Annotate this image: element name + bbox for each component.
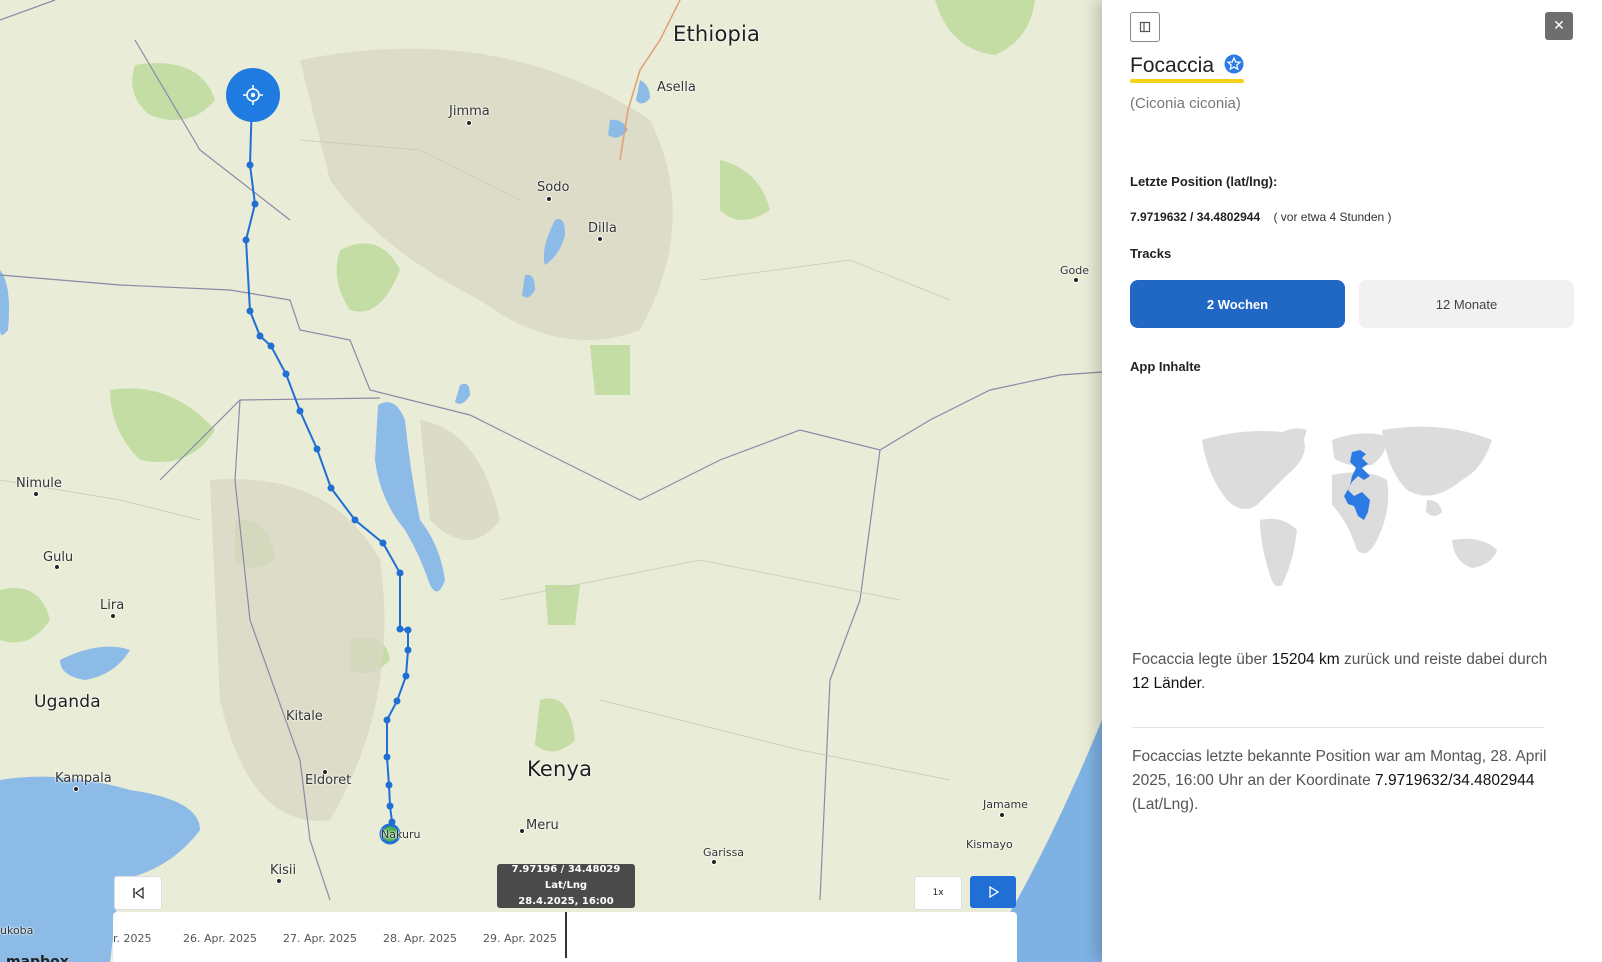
city-label: Garissa — [703, 846, 745, 859]
close-button[interactable]: ✕ — [1545, 12, 1573, 40]
play-icon — [989, 886, 999, 898]
track-point[interactable] — [351, 516, 359, 524]
city-label: Gulu — [43, 550, 74, 565]
tab-12-months[interactable]: 12 Monate — [1359, 280, 1574, 328]
city-label: Kisii — [270, 863, 297, 878]
map[interactable]: Ethiopia Uganda Kenya Jimma Asella Sodo … — [0, 0, 1102, 962]
mapbox-wordmark: mapbox — [6, 954, 69, 962]
city-label: Jamame — [983, 798, 1028, 811]
world-map — [1202, 426, 1497, 587]
city-label: Dilla — [588, 221, 617, 236]
track-point[interactable] — [246, 161, 254, 169]
city-label: Nakuru — [381, 828, 421, 841]
star-icon — [1224, 54, 1244, 80]
track-point[interactable] — [251, 200, 259, 208]
city-label: Sodo — [537, 180, 570, 195]
track-point[interactable] — [385, 781, 393, 789]
app-content-label: App Inhalte — [1130, 359, 1201, 374]
timeline-tick: 26. Apr. 2025 — [183, 932, 257, 945]
track-point[interactable] — [313, 445, 321, 453]
track-point[interactable] — [393, 697, 401, 705]
animal-name: Focaccia — [1130, 54, 1244, 83]
timeline-tick: 29. Apr. 2025 — [483, 932, 557, 945]
divider — [1132, 727, 1544, 728]
last-position-value: 7.9719632 / 34.4802944 — [1130, 210, 1261, 224]
summary-distance: Focaccia legte über 15204 km zurück und … — [1132, 651, 1548, 692]
speed-button[interactable]: 1x — [914, 876, 962, 910]
coordinate-value: 7.9719632/34.4802944 — [1375, 772, 1535, 789]
crosshair-icon — [243, 85, 263, 105]
track-point[interactable] — [242, 236, 250, 244]
track-point[interactable] — [383, 716, 391, 724]
tooltip-time: 28.4.2025, 16:00 — [518, 896, 614, 907]
track-point[interactable] — [402, 672, 410, 680]
speed-label: 1x — [932, 888, 944, 898]
last-position: 7.9719632 / 34.4802944 ( vor etwa 4 Stun… — [1130, 210, 1392, 224]
tab-2-weeks[interactable]: 2 Wochen — [1130, 280, 1345, 328]
track-point[interactable] — [396, 569, 404, 577]
tracks-label: Tracks — [1130, 246, 1172, 261]
timeline[interactable]: r. 2025 26. Apr. 2025 27. Apr. 2025 28. … — [113, 912, 1017, 962]
position-tooltip: 7.97196 / 34.48029 Lat/Lng 28.4.2025, 16… — [497, 864, 635, 908]
city-label: Kitale — [286, 709, 323, 724]
distance-value: 15204 km — [1271, 651, 1340, 668]
city-label: Eldoret — [305, 773, 352, 788]
tooltip-coords: 7.97196 / 34.48029 Lat/Lng — [511, 864, 621, 891]
track-point[interactable] — [282, 370, 290, 378]
last-position-relative: ( vor etwa 4 Stunden ) — [1273, 210, 1392, 224]
timeline-tick: 28. Apr. 2025 — [383, 932, 457, 945]
city-label: Meru — [526, 818, 559, 833]
track-point[interactable] — [327, 484, 335, 492]
country-label-ethiopia: Ethiopia — [673, 22, 761, 46]
city-label: Lira — [100, 598, 125, 613]
track-point[interactable] — [256, 332, 264, 340]
track-point[interactable] — [379, 539, 387, 547]
detail-panel: ✕ Focaccia (Ciconia ciconia) Letzte Posi… — [1102, 0, 1602, 962]
skip-back-button[interactable] — [114, 876, 162, 910]
track-point[interactable] — [296, 407, 304, 415]
summary-last-position: Focaccias letzte bekannte Position war a… — [1132, 748, 1547, 813]
city-label: Kampala — [55, 771, 112, 786]
timeline-tick: r. 2025 — [113, 932, 152, 945]
countries-value: 12 Länder — [1132, 675, 1201, 692]
species-name: (Ciconia ciconia) — [1130, 95, 1241, 112]
animal-name-text: Focaccia — [1130, 54, 1215, 77]
collapse-panel-button[interactable] — [1130, 12, 1160, 42]
timeline-cursor[interactable] — [565, 912, 567, 958]
city-label: Jimma — [449, 104, 490, 119]
track-point[interactable] — [386, 802, 394, 810]
last-position-label: Letzte Position (lat/lng): — [1130, 174, 1278, 189]
city-label: Nimule — [16, 476, 62, 491]
track-point[interactable] — [404, 646, 412, 654]
country-label-uganda: Uganda — [34, 692, 101, 712]
panel-toggle-icon — [1139, 21, 1151, 33]
track-point[interactable] — [404, 626, 412, 634]
skip-back-icon — [133, 887, 144, 899]
name-highlight — [1130, 79, 1244, 83]
city-label: Kismayo — [966, 838, 1013, 851]
mapbox-logo: mapbox — [6, 954, 69, 962]
track-point[interactable] — [267, 342, 275, 350]
track-point[interactable] — [383, 753, 391, 761]
city-label: ukoba — [0, 924, 34, 937]
track-point[interactable] — [396, 625, 404, 633]
play-button[interactable] — [970, 876, 1016, 908]
close-icon: ✕ — [1553, 18, 1565, 34]
city-label: Asella — [657, 80, 696, 95]
city-label: Gode — [1060, 264, 1090, 277]
country-label-kenya: Kenya — [527, 757, 593, 781]
timeline-tick: 27. Apr. 2025 — [283, 932, 357, 945]
current-location-button[interactable] — [226, 68, 280, 122]
track-point[interactable] — [246, 307, 254, 315]
